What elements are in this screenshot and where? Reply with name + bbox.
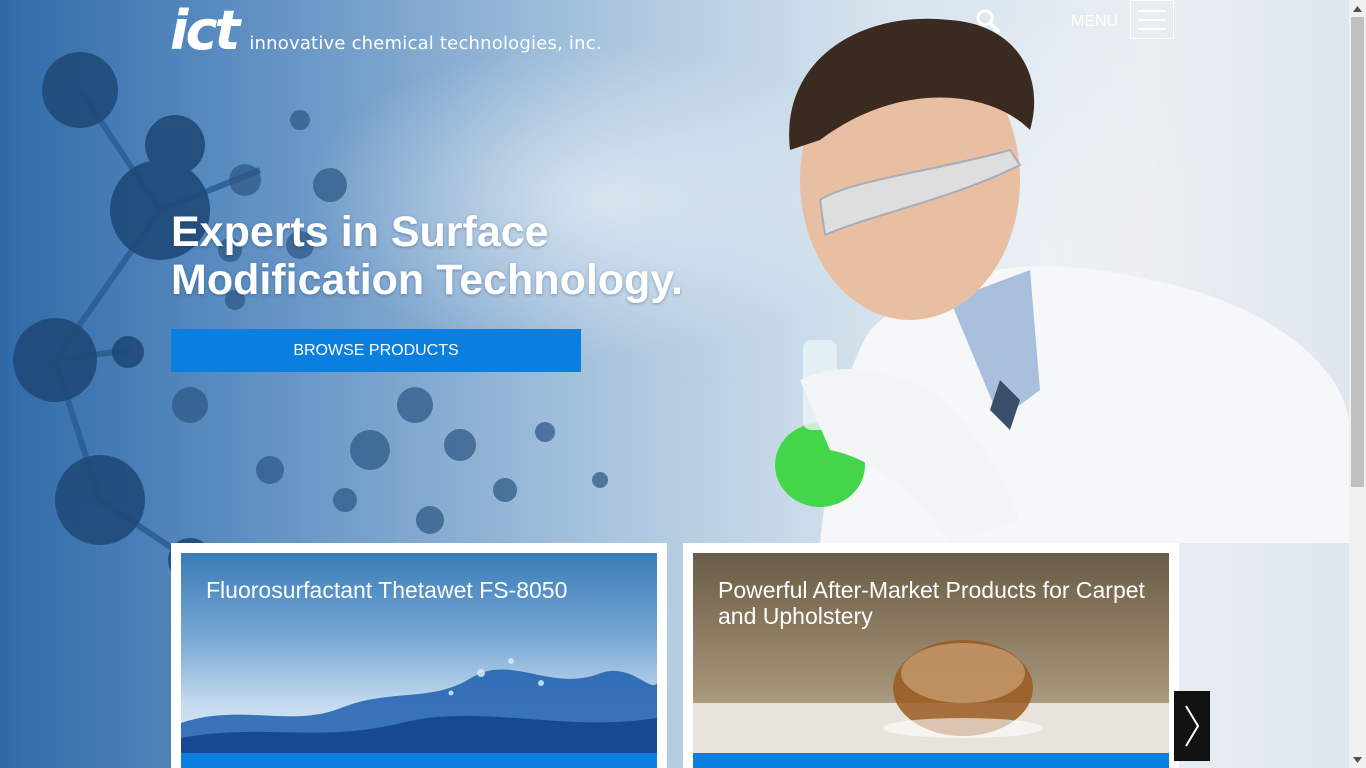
browse-products-button[interactable]: BROWSE PRODUCTS	[171, 329, 581, 372]
hamburger-icon	[1138, 27, 1166, 30]
scroll-down-arrow-icon[interactable]	[1349, 751, 1366, 768]
card-accent-bar	[693, 753, 1169, 768]
card-image[interactable]: Powerful After-Market Products for Carpe…	[693, 553, 1169, 768]
card-image[interactable]: Fluorosurfactant Thetawet FS-8050	[181, 553, 657, 768]
card-accent-bar	[181, 753, 657, 768]
logo-mark: ict	[170, 0, 240, 62]
chevron-right-icon	[1185, 705, 1200, 747]
vertical-scrollbar[interactable]	[1349, 0, 1366, 768]
headline-line-2: Modification Technology.	[171, 256, 683, 304]
carousel-next-button[interactable]	[1174, 691, 1210, 761]
scroll-up-arrow-icon[interactable]	[1349, 0, 1366, 17]
product-card[interactable]: Powerful After-Market Products for Carpe…	[683, 543, 1179, 768]
search-icon[interactable]	[975, 8, 1001, 34]
hero-headline: Experts in Surface Modification Technolo…	[171, 208, 683, 304]
company-name: innovative chemical technologies, inc.	[249, 33, 602, 54]
headline-line-1: Experts in Surface	[171, 208, 549, 256]
hamburger-icon	[1138, 9, 1166, 12]
card-title[interactable]: Fluorosurfactant Thetawet FS-8050	[206, 577, 646, 603]
card-title[interactable]: Powerful After-Market Products for Carpe…	[718, 577, 1158, 629]
scrollbar-thumb[interactable]	[1351, 17, 1364, 487]
product-card[interactable]: Fluorosurfactant Thetawet FS-8050	[171, 543, 667, 768]
scientist-photo	[775, 18, 1349, 543]
menu-button[interactable]	[1130, 0, 1174, 39]
hamburger-icon	[1138, 18, 1166, 21]
menu-label[interactable]: MENU	[1071, 13, 1118, 31]
company-logo[interactable]: ict innovative chemical technologies, in…	[170, 0, 602, 58]
